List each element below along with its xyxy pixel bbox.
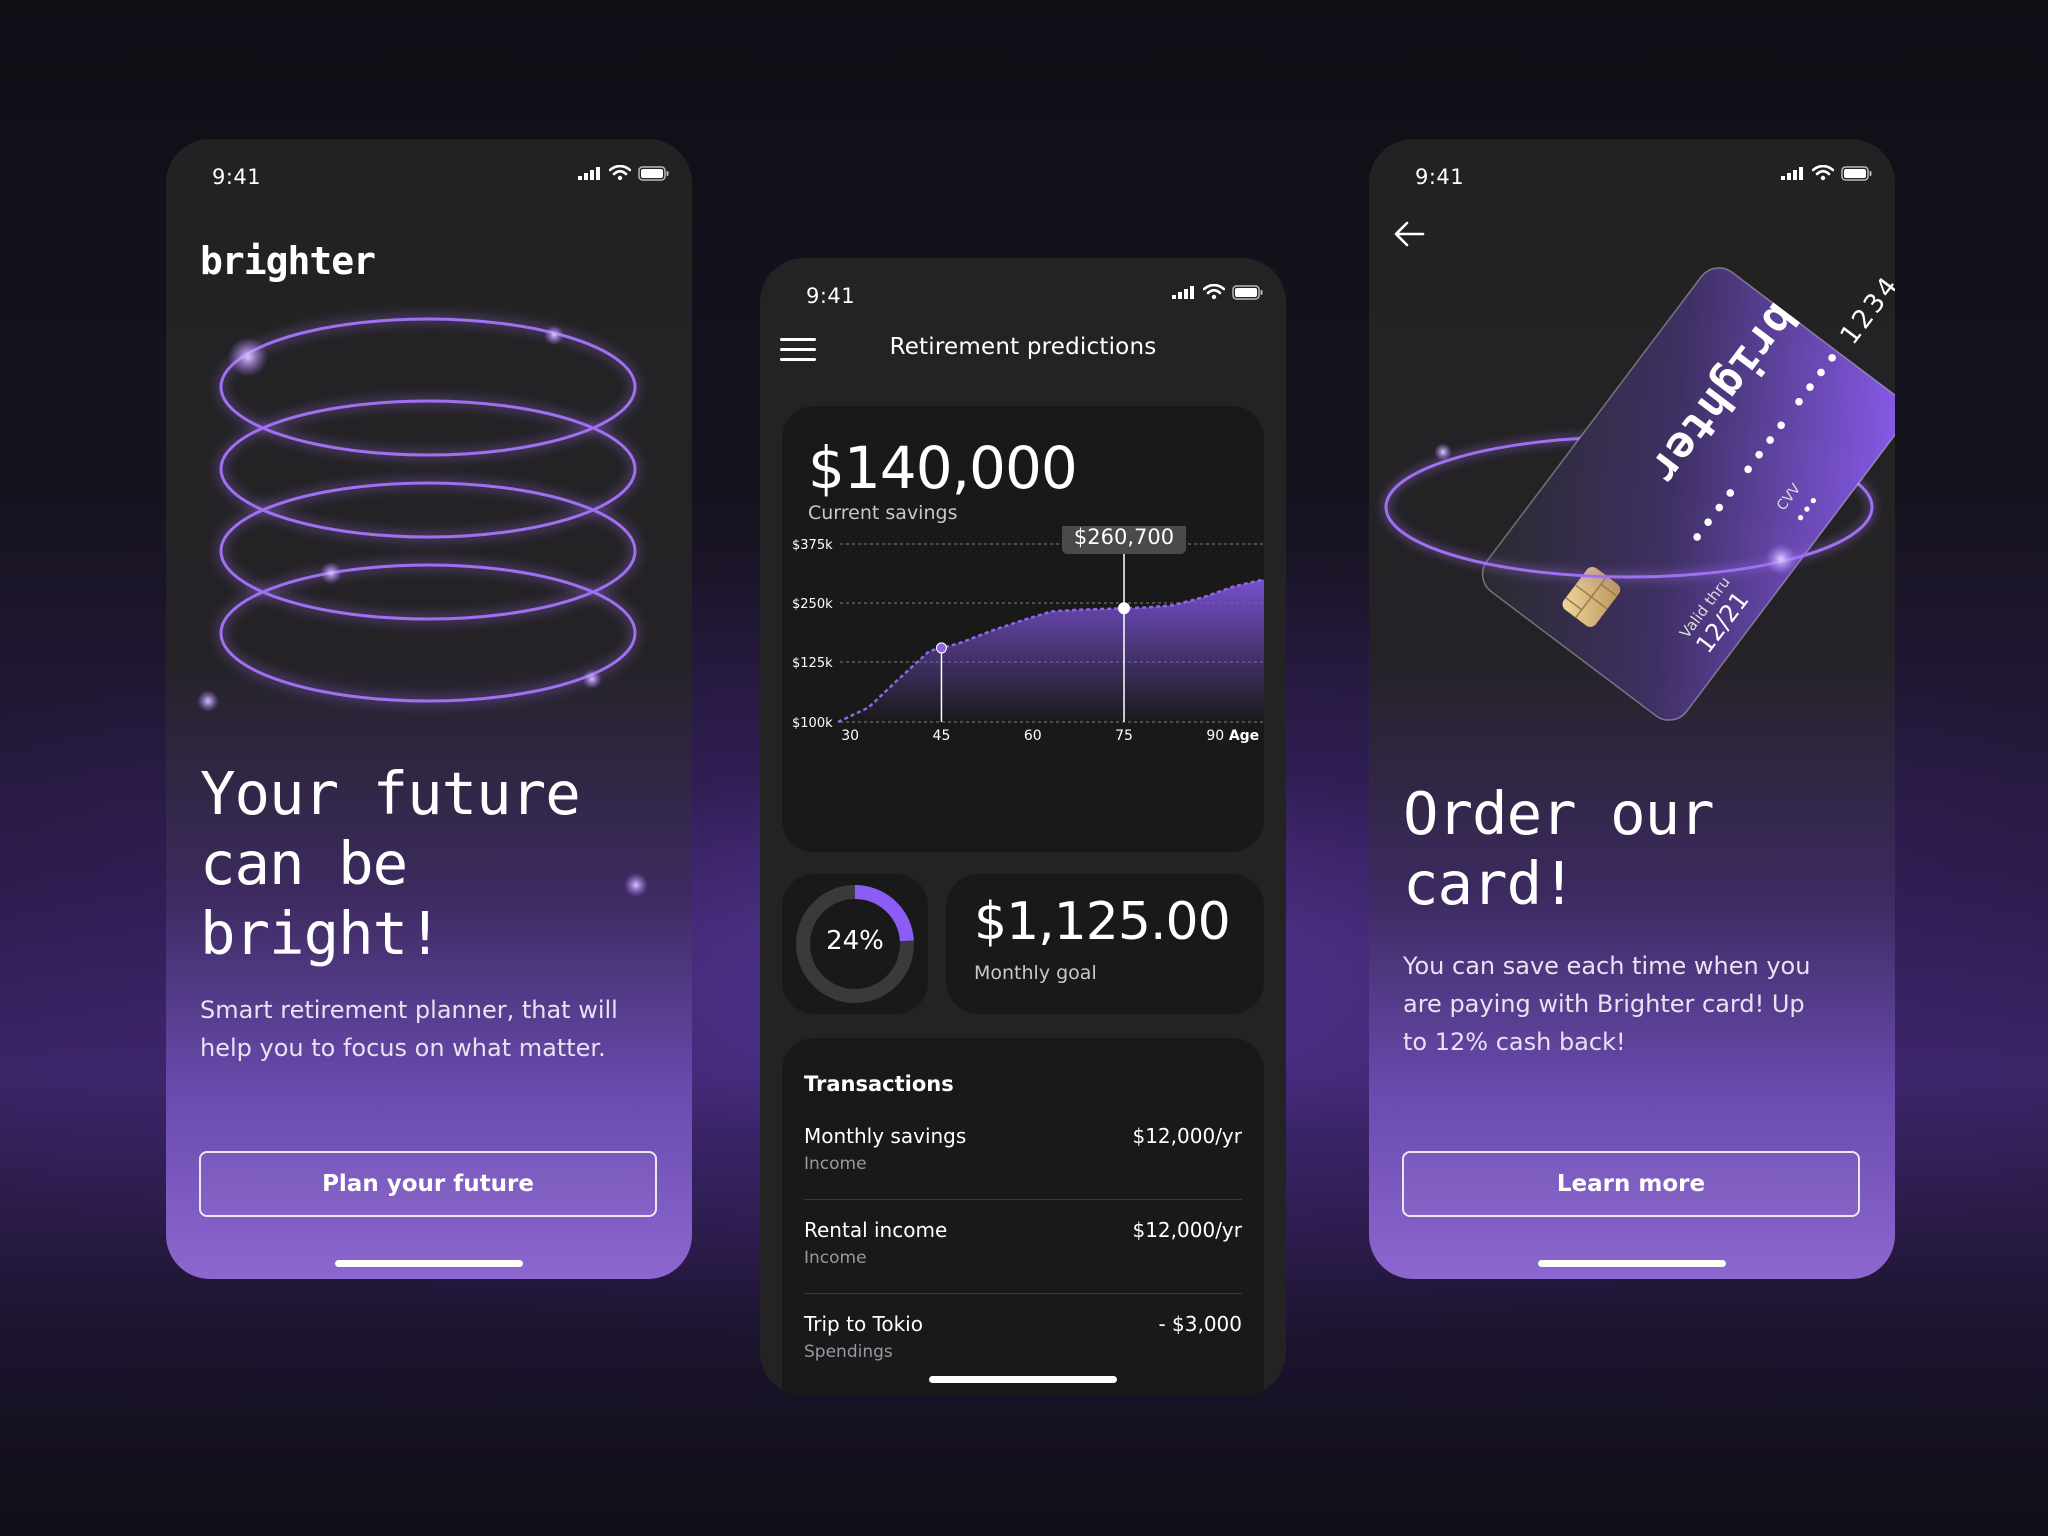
- marker-point: [935, 642, 947, 654]
- divider: [804, 1199, 1242, 1200]
- credit-card-illustration: brighter •••• •••• •••• 1234 Valid thru …: [1384, 267, 1895, 721]
- learn-more-button[interactable]: Learn more: [1402, 1151, 1860, 1217]
- card-title: Order our card!: [1403, 779, 1715, 918]
- x-tick-label: 30: [841, 728, 859, 744]
- status-bar: 9:41: [760, 258, 1286, 328]
- wifi-icon: [1203, 284, 1225, 300]
- x-axis-label: Age: [1229, 728, 1259, 744]
- current-savings-label: Current savings: [808, 502, 958, 524]
- y-tick-label: $250k: [792, 597, 833, 612]
- transaction-category: Income: [804, 1248, 867, 1268]
- page-title: Retirement predictions: [889, 334, 1157, 360]
- transaction-amount: - $3,000: [1158, 1312, 1242, 1336]
- transactions-card: Transactions Monthly savings Income $12,…: [782, 1038, 1264, 1396]
- savings-card: $140,000 Current savings $375k $250k $125k…: [782, 406, 1264, 852]
- transactions-title: Transactions: [804, 1072, 954, 1096]
- welcome-screen: 9:41 brighter Your future can be bright!…: [166, 139, 692, 1279]
- home-indicator: [929, 1376, 1117, 1383]
- predictions-screen: 9:41 Retirement predictions $140,000 Cur…: [760, 258, 1286, 1396]
- monthly-goal-card: $1,125.00 Monthly goal: [946, 874, 1264, 1014]
- transaction-name: Monthly savings: [804, 1124, 967, 1148]
- transaction-amount: $12,000/yr: [1132, 1218, 1242, 1242]
- status-time: 9:41: [806, 284, 856, 308]
- x-tick-label: 90: [1206, 728, 1224, 744]
- x-tick-label: 60: [1024, 728, 1042, 744]
- transaction-category: Income: [804, 1154, 867, 1174]
- signal-icon: [1172, 285, 1196, 299]
- card-subtitle: You can save each time when you are payi…: [1403, 952, 1811, 1056]
- transaction-name: Rental income: [804, 1218, 948, 1242]
- highlight-point: [1118, 602, 1131, 615]
- transaction-amount: $12,000/yr: [1132, 1124, 1242, 1148]
- progress-ring-card: 24%: [782, 874, 928, 1014]
- tooltip-value: $260,700: [1074, 526, 1174, 549]
- home-indicator: [335, 1260, 523, 1267]
- progress-percent: 24%: [826, 926, 884, 956]
- battery-icon: [1232, 284, 1264, 300]
- order-card-screen: 9:41 brighter •••• •••• •••• 1234 Valid …: [1369, 139, 1895, 1279]
- y-tick-label: $125k: [792, 656, 833, 671]
- welcome-subtitle: Smart retirement planner, that will help…: [200, 996, 618, 1062]
- series-area: [838, 579, 1264, 722]
- divider: [804, 1293, 1242, 1294]
- welcome-title: Your future can be bright!: [200, 759, 581, 968]
- y-tick-label: $100k: [792, 716, 833, 731]
- x-tick-label: 45: [933, 728, 951, 744]
- y-tick-label: $375k: [792, 538, 833, 553]
- monthly-goal-amount: $1,125.00: [974, 892, 1231, 952]
- home-indicator: [1538, 1260, 1726, 1267]
- current-savings-amount: $140,000: [808, 434, 1078, 502]
- retirement-chart[interactable]: $375k $250k $125k $100k 30 45 60 75 90 Age $260,70…: [782, 526, 1264, 852]
- transaction-row[interactable]: Monthly savings Income $12,000/yr: [804, 1124, 1242, 1218]
- transaction-row[interactable]: Trip to Tokio Spendings - $3,000: [804, 1312, 1242, 1396]
- transaction-row[interactable]: Rental income Income $12,000/yr: [804, 1218, 1242, 1312]
- plan-your-future-button[interactable]: Plan your future: [199, 1151, 657, 1217]
- x-tick-label: 75: [1115, 728, 1133, 744]
- monthly-goal-label: Monthly goal: [974, 962, 1097, 984]
- transaction-category: Spendings: [804, 1342, 893, 1362]
- transaction-name: Trip to Tokio: [804, 1312, 923, 1336]
